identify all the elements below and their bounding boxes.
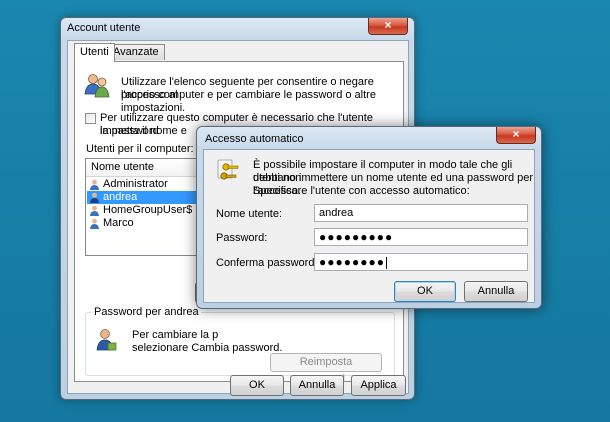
ok-button[interactable]: OK [230, 375, 284, 396]
window-title: Account utente [67, 22, 141, 34]
user-icon [90, 192, 99, 203]
user-icon [90, 205, 99, 216]
keys-icon [217, 159, 239, 180]
dialog-client-area: È possibile impostare il computer in mod… [203, 149, 535, 303]
password-label: Password: [216, 232, 268, 244]
username-label: Nome utente: [216, 208, 283, 220]
window-close-button[interactable]: × [368, 18, 408, 35]
password-text-line1: Per cambiare la p [132, 329, 219, 341]
close-icon: × [384, 18, 392, 32]
users-list-label: Utenti per il computer: [86, 143, 194, 155]
password-groupbox: Password per andrea Per cambiare la p se… [85, 306, 395, 385]
user-password-icon [96, 329, 117, 351]
text-caret [385, 256, 387, 269]
reset-password-button[interactable]: Reimposta password... [270, 353, 382, 385]
password-input[interactable]: ●●●●●●●●● [314, 228, 528, 246]
users-icon [84, 74, 110, 98]
dialog-title: Accesso automatico [205, 133, 304, 145]
password-group-title: Password per andrea [92, 306, 201, 318]
cancel-button[interactable]: Annulla [290, 375, 344, 396]
accesso-automatico-dialog: Accesso automatico × È possibile imposta… [196, 126, 542, 309]
dialog-cancel-button[interactable]: Annulla [464, 281, 528, 302]
username-input[interactable]: andrea [314, 204, 528, 222]
tab-avanzate[interactable]: Avanzate [107, 44, 165, 60]
close-icon: × [512, 127, 520, 141]
tab-utenti[interactable]: Utenti [74, 43, 115, 62]
require-password-label-line2: la password [100, 125, 159, 137]
apply-button[interactable]: Applica [351, 375, 406, 396]
dialog-desc-line3: Specificare l'utente con accesso automat… [253, 185, 470, 197]
user-icon [90, 218, 99, 229]
password-text-line2: selezionare Cambia password. [132, 342, 283, 354]
confirm-password-label: Conferma password: [216, 257, 318, 269]
dialog-close-button[interactable]: × [496, 127, 536, 144]
user-icon [90, 179, 99, 190]
require-password-checkbox[interactable] [85, 113, 96, 124]
dialog-ok-button[interactable]: OK [394, 281, 456, 302]
confirm-password-input[interactable]: ●●●●●●●● [314, 253, 528, 271]
